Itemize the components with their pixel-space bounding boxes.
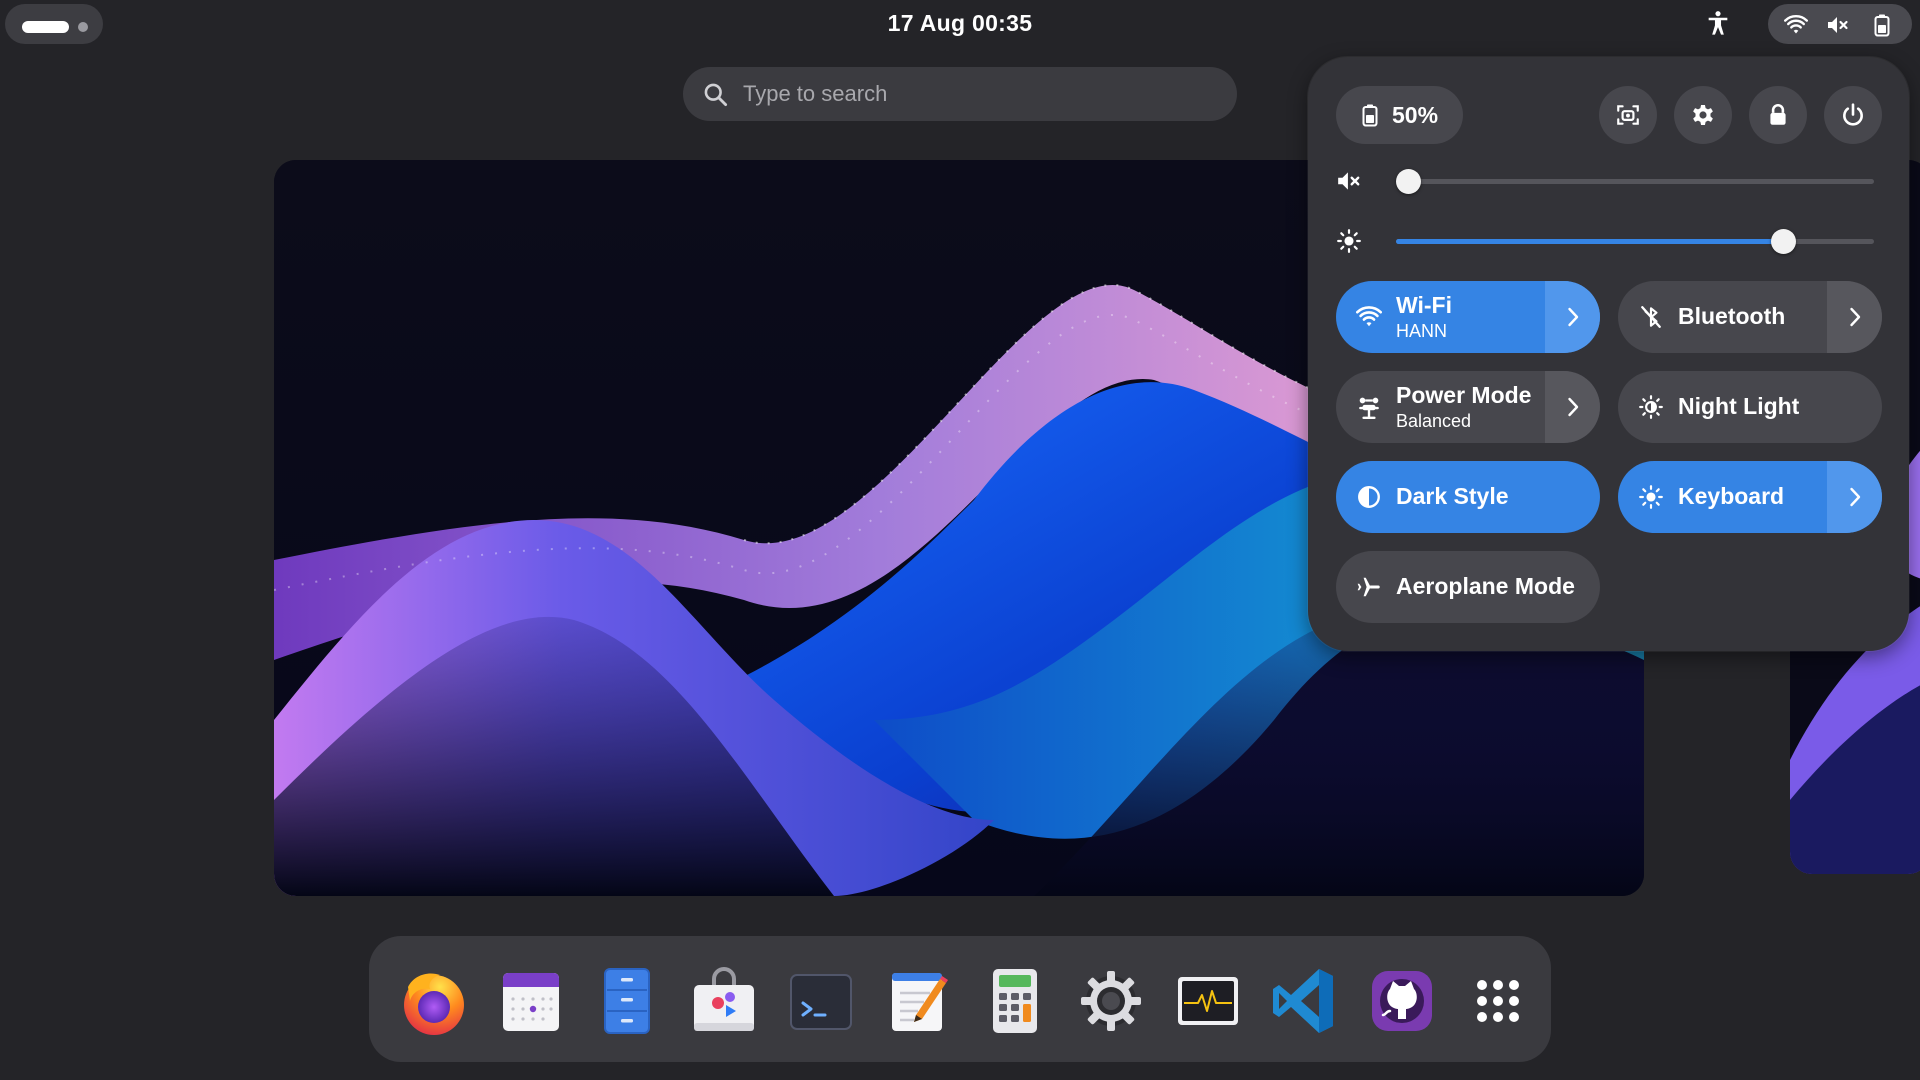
volume-slider-knob[interactable] xyxy=(1396,169,1421,194)
software-icon xyxy=(694,967,754,1031)
night-light-toggle[interactable]: Night Light xyxy=(1618,371,1882,443)
settings-icon xyxy=(1693,105,1713,125)
power-mode-icon xyxy=(1359,397,1379,420)
github-desktop-icon xyxy=(1372,971,1432,1031)
files-icon xyxy=(604,968,650,1034)
dock-app-github-desktop[interactable] xyxy=(1366,965,1438,1037)
quick-settings-panel: 50% Wi-Fi HANN Bluetooth Power Mode Bala… xyxy=(1308,57,1909,651)
dock-app-calendar[interactable] xyxy=(495,965,567,1037)
power-button[interactable] xyxy=(1824,86,1882,144)
aeroplane-mode-toggle[interactable]: Aeroplane Mode xyxy=(1336,551,1600,623)
dock-app-firefox[interactable] xyxy=(398,965,470,1037)
system-monitor-icon xyxy=(1178,977,1238,1025)
show-apps-icon xyxy=(1477,980,1519,1022)
activities-button[interactable] xyxy=(5,4,103,44)
keyboard-brightness-icon xyxy=(1639,485,1663,509)
night-light-toggle-title: Night Light xyxy=(1678,393,1800,419)
top-bar: 17 Aug 00:35 xyxy=(0,0,1920,46)
dock-app-vscode[interactable] xyxy=(1269,965,1341,1037)
chevron-right-icon xyxy=(1850,307,1861,327)
accessibility-icon[interactable] xyxy=(1704,9,1732,37)
dock-app-software[interactable] xyxy=(688,965,760,1037)
clock[interactable]: 17 Aug 00:35 xyxy=(860,8,1060,38)
lock-button[interactable] xyxy=(1749,86,1807,144)
brightness-slider-row xyxy=(1336,221,1882,261)
lock-icon xyxy=(1770,104,1786,125)
settings-icon xyxy=(1081,971,1141,1031)
dock-app-calculator[interactable] xyxy=(979,965,1051,1037)
settings-button[interactable] xyxy=(1674,86,1732,144)
wifi-icon xyxy=(1784,15,1808,34)
chevron-right-icon xyxy=(1568,397,1579,417)
brightness-icon xyxy=(1337,229,1361,253)
wifi-toggle[interactable]: Wi-Fi HANN xyxy=(1336,281,1600,353)
workspace-indicator xyxy=(78,22,88,32)
dock-app-settings[interactable] xyxy=(1075,965,1147,1037)
wifi-toggle-title: Wi-Fi xyxy=(1396,292,1452,318)
keyboard-toggle-title: Keyboard xyxy=(1678,483,1785,509)
bluetooth-toggle-title: Bluetooth xyxy=(1678,303,1786,329)
volume-slider-row xyxy=(1336,161,1882,201)
dark-style-toggle-title: Dark Style xyxy=(1396,483,1509,509)
dark-style-toggle[interactable]: Dark Style xyxy=(1336,461,1600,533)
firefox-icon xyxy=(404,973,464,1035)
power-mode-menu-button[interactable] xyxy=(1545,371,1600,443)
volume-muted-icon xyxy=(1828,17,1848,33)
keyboard-menu-button[interactable] xyxy=(1827,461,1882,533)
dock-show-apps-button[interactable] xyxy=(1462,965,1534,1037)
aeroplane-icon xyxy=(1357,577,1380,597)
night-light-icon xyxy=(1639,395,1663,419)
battery-button[interactable]: 50% xyxy=(1336,86,1463,144)
brightness-slider-fill xyxy=(1396,239,1784,244)
screenshot-button[interactable] xyxy=(1599,86,1657,144)
keyboard-toggle[interactable]: Keyboard xyxy=(1618,461,1882,533)
power-mode-toggle-title: Power Mode xyxy=(1396,382,1532,408)
dock-app-files[interactable] xyxy=(591,965,663,1037)
bluetooth-menu-button[interactable] xyxy=(1827,281,1882,353)
screenshot-icon xyxy=(1617,105,1639,125)
dock-app-system-monitor[interactable] xyxy=(1172,965,1244,1037)
terminal-icon xyxy=(790,974,852,1030)
workspace-indicator-active xyxy=(22,21,69,33)
search-entry[interactable] xyxy=(683,67,1237,121)
search-input[interactable] xyxy=(743,67,1213,121)
power-icon xyxy=(1843,103,1863,126)
battery-percentage: 50% xyxy=(1392,102,1439,128)
system-status-menu[interactable] xyxy=(1768,4,1912,44)
wifi-icon xyxy=(1356,306,1382,327)
wifi-network-name: HANN xyxy=(1396,321,1448,341)
bluetooth-toggle[interactable]: Bluetooth xyxy=(1618,281,1882,353)
calendar-icon xyxy=(503,973,559,1031)
vscode-icon xyxy=(1273,969,1333,1033)
dock xyxy=(369,936,1551,1062)
chevron-right-icon xyxy=(1568,307,1579,327)
volume-muted-icon[interactable] xyxy=(1336,168,1362,194)
chevron-right-icon xyxy=(1850,487,1861,507)
power-mode-value: Balanced xyxy=(1396,411,1472,431)
dock-app-terminal[interactable] xyxy=(785,965,857,1037)
volume-slider-track[interactable] xyxy=(1396,179,1874,184)
dock-app-text-editor[interactable] xyxy=(882,965,954,1037)
search-icon xyxy=(704,83,728,107)
battery-icon xyxy=(1874,14,1890,37)
aeroplane-mode-toggle-title: Aeroplane Mode xyxy=(1396,573,1575,599)
text-editor-icon xyxy=(892,973,948,1031)
power-mode-toggle[interactable]: Power Mode Balanced xyxy=(1336,371,1600,443)
battery-icon xyxy=(1362,104,1378,127)
dark-style-icon xyxy=(1358,486,1380,508)
calculator-icon xyxy=(993,969,1037,1033)
brightness-slider-knob[interactable] xyxy=(1770,229,1796,254)
wifi-menu-button[interactable] xyxy=(1545,281,1600,353)
bluetooth-disabled-icon xyxy=(1641,306,1661,328)
